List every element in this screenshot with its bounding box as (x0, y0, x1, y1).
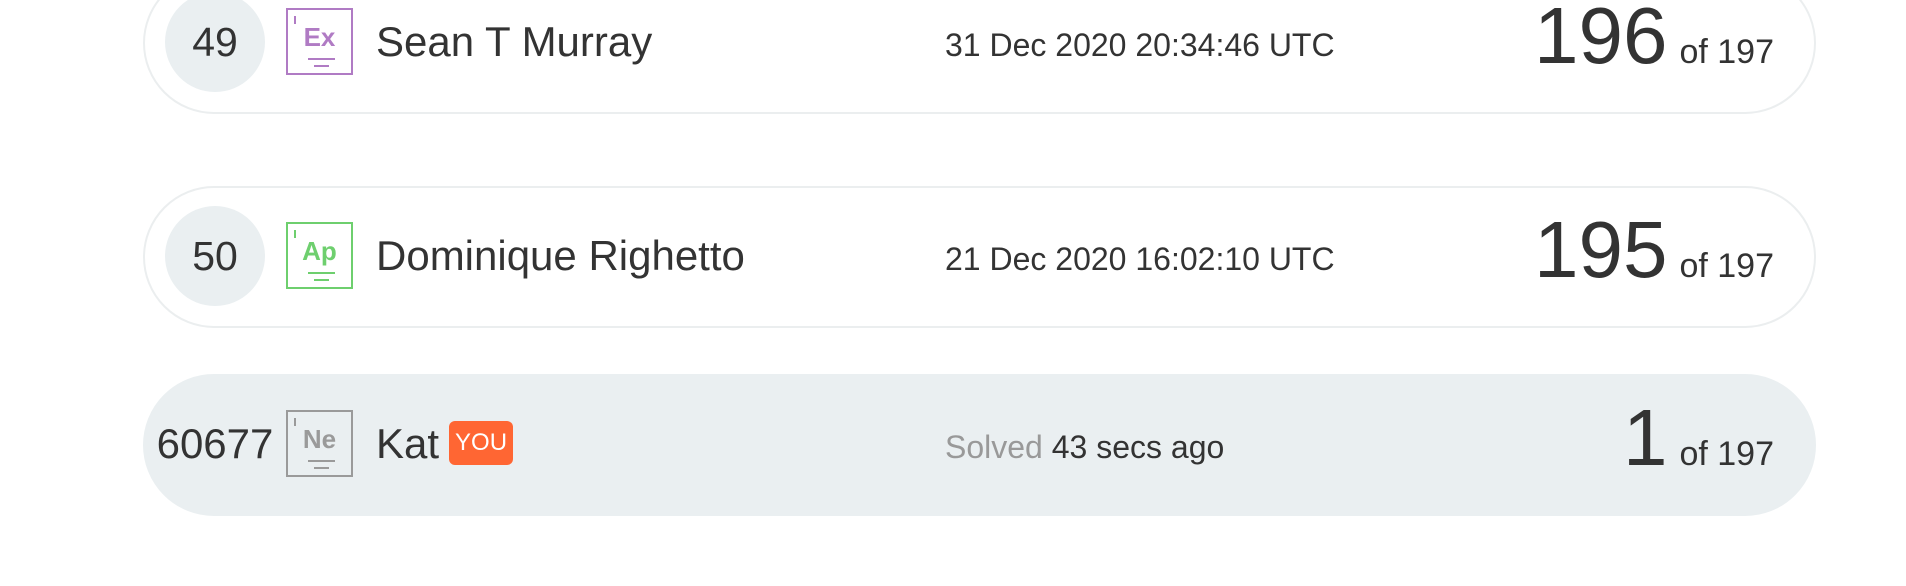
solved-ago: 43 secs ago (1051, 429, 1225, 465)
badge-symbol: Ne (302, 424, 337, 454)
completion-date: 31 Dec 2020 20:34:46 UTC (945, 27, 1335, 63)
rank-number: 50 (165, 206, 265, 306)
level-badge-icon: Ap (286, 222, 353, 289)
score-total: of 197 (1679, 33, 1774, 71)
score: 195 of 197 (1534, 210, 1774, 290)
player-name-text[interactable]: Dominique Righetto (376, 232, 745, 279)
score-value: 1 (1622, 393, 1668, 482)
completion-date: 21 Dec 2020 16:02:10 UTC (945, 241, 1335, 277)
solved-time: Solved 43 secs ago (945, 429, 1224, 466)
leaderboard-row: 49 Ex Sean T Murray 31 Dec 2020 20:34:46… (143, 0, 1816, 114)
player-name[interactable]: Sean T Murray (376, 18, 652, 66)
score-total: of 197 (1679, 247, 1774, 285)
leaderboard-row-you: 60677 Ne Kat YOU Solved 43 secs ago 1 of … (143, 374, 1816, 516)
level-badge-icon: Ne (286, 410, 353, 477)
badge-symbol: Ex (303, 22, 336, 52)
score-value: 196 (1533, 0, 1668, 80)
player-name-text[interactable]: Sean T Murray (376, 18, 652, 65)
score-total: of 197 (1679, 435, 1774, 473)
player-name-text[interactable]: Kat (376, 420, 439, 467)
level-badge-icon: Ex (286, 8, 353, 75)
rank-number: 49 (165, 0, 265, 92)
rank-number: 60677 (156, 420, 274, 467)
score: 196 of 197 (1534, 0, 1774, 76)
leaderboard-row: 50 Ap Dominique Righetto 21 Dec 2020 16:… (143, 186, 1816, 328)
solved-label: Solved (945, 429, 1043, 465)
score-value: 195 (1533, 205, 1668, 294)
player-name[interactable]: Kat YOU (376, 420, 514, 469)
player-name[interactable]: Dominique Righetto (376, 232, 745, 280)
score: 1 of 197 (1623, 398, 1774, 478)
badge-symbol: Ap (302, 236, 337, 266)
you-badge: YOU (449, 420, 514, 465)
